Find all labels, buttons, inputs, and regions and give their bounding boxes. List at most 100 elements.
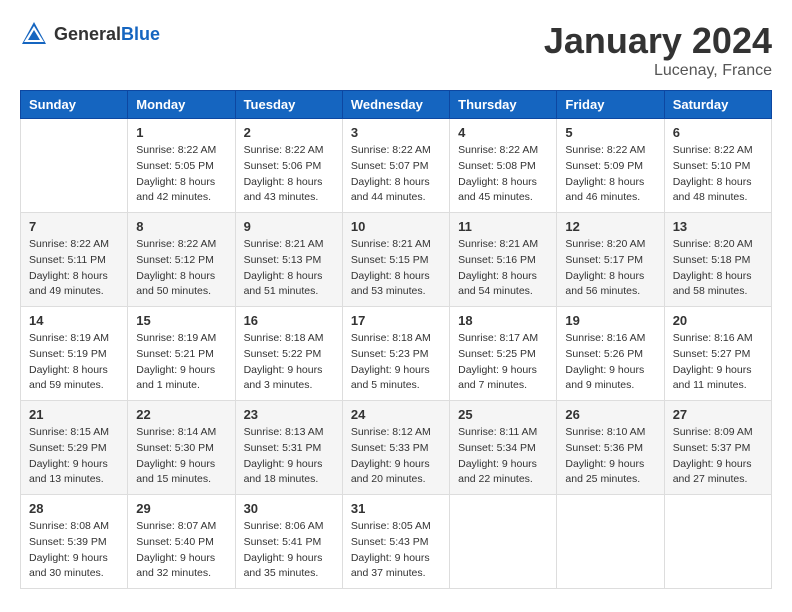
day-number: 19 — [565, 313, 655, 328]
calendar-cell: 1 Sunrise: 8:22 AMSunset: 5:05 PMDaylight… — [128, 119, 235, 213]
day-number: 11 — [458, 219, 548, 234]
day-info: Sunrise: 8:13 AMSunset: 5:31 PMDaylight:… — [244, 425, 334, 488]
header-day-thursday: Thursday — [450, 91, 557, 119]
day-number: 7 — [29, 219, 119, 234]
day-info: Sunrise: 8:21 AMSunset: 5:16 PMDaylight:… — [458, 237, 548, 300]
week-row-4: 21 Sunrise: 8:15 AMSunset: 5:29 PMDayligh… — [21, 401, 772, 495]
day-number: 21 — [29, 407, 119, 422]
day-number: 4 — [458, 125, 548, 140]
day-number: 2 — [244, 125, 334, 140]
day-number: 14 — [29, 313, 119, 328]
day-info: Sunrise: 8:22 AMSunset: 5:10 PMDaylight:… — [673, 143, 763, 206]
logo-blue-text: Blue — [121, 24, 160, 44]
day-info: Sunrise: 8:12 AMSunset: 5:33 PMDaylight:… — [351, 425, 441, 488]
days-header-row: SundayMondayTuesdayWednesdayThursdayFrid… — [21, 91, 772, 119]
day-number: 31 — [351, 501, 441, 516]
day-number: 24 — [351, 407, 441, 422]
day-number: 20 — [673, 313, 763, 328]
calendar-cell: 26 Sunrise: 8:10 AMSunset: 5:36 PMDayligh… — [557, 401, 664, 495]
day-info: Sunrise: 8:19 AMSunset: 5:19 PMDaylight:… — [29, 331, 119, 394]
day-info: Sunrise: 8:09 AMSunset: 5:37 PMDaylight:… — [673, 425, 763, 488]
day-number: 26 — [565, 407, 655, 422]
day-info: Sunrise: 8:11 AMSunset: 5:34 PMDaylight:… — [458, 425, 548, 488]
day-info: Sunrise: 8:19 AMSunset: 5:21 PMDaylight:… — [136, 331, 226, 394]
calendar-cell: 15 Sunrise: 8:19 AMSunset: 5:21 PMDayligh… — [128, 307, 235, 401]
calendar-cell: 18Sunrise: 8:17 AMSunset: 5:25 PMDayligh… — [450, 307, 557, 401]
logo-icon — [20, 20, 48, 48]
day-info: Sunrise: 8:08 AMSunset: 5:39 PMDaylight:… — [29, 519, 119, 582]
day-number: 12 — [565, 219, 655, 234]
location-title: Lucenay, France — [544, 62, 772, 80]
calendar-cell: 4 Sunrise: 8:22 AMSunset: 5:08 PMDaylight… — [450, 119, 557, 213]
day-info: Sunrise: 8:15 AMSunset: 5:29 PMDaylight:… — [29, 425, 119, 488]
calendar-cell: 31 Sunrise: 8:05 AMSunset: 5:43 PMDayligh… — [342, 495, 449, 589]
header-day-sunday: Sunday — [21, 91, 128, 119]
day-info: Sunrise: 8:10 AMSunset: 5:36 PMDaylight:… — [565, 425, 655, 488]
calendar-cell: 5Sunrise: 8:22 AMSunset: 5:09 PMDaylight… — [557, 119, 664, 213]
calendar-cell: 27 Sunrise: 8:09 AMSunset: 5:37 PMDayligh… — [664, 401, 771, 495]
day-info: Sunrise: 8:22 AMSunset: 5:11 PMDaylight:… — [29, 237, 119, 300]
calendar-cell: 9Sunrise: 8:21 AMSunset: 5:13 PMDaylight… — [235, 213, 342, 307]
calendar-cell: 17 Sunrise: 8:18 AMSunset: 5:23 PMDayligh… — [342, 307, 449, 401]
day-info: Sunrise: 8:22 AMSunset: 5:08 PMDaylight:… — [458, 143, 548, 206]
calendar-cell: 13Sunrise: 8:20 AMSunset: 5:18 PMDayligh… — [664, 213, 771, 307]
calendar-cell: 23 Sunrise: 8:13 AMSunset: 5:31 PMDayligh… — [235, 401, 342, 495]
day-info: Sunrise: 8:21 AMSunset: 5:15 PMDaylight:… — [351, 237, 441, 300]
calendar-cell: 24 Sunrise: 8:12 AMSunset: 5:33 PMDayligh… — [342, 401, 449, 495]
day-number: 6 — [673, 125, 763, 140]
week-row-3: 14 Sunrise: 8:19 AMSunset: 5:19 PMDayligh… — [21, 307, 772, 401]
day-number: 18 — [458, 313, 548, 328]
day-info: Sunrise: 8:20 AMSunset: 5:17 PMDaylight:… — [565, 237, 655, 300]
day-number: 27 — [673, 407, 763, 422]
day-info: Sunrise: 8:16 AMSunset: 5:26 PMDaylight:… — [565, 331, 655, 394]
day-info: Sunrise: 8:07 AMSunset: 5:40 PMDaylight:… — [136, 519, 226, 582]
month-title: January 2024 — [544, 20, 772, 62]
calendar-cell — [557, 495, 664, 589]
day-number: 29 — [136, 501, 226, 516]
calendar-cell: 16 Sunrise: 8:18 AMSunset: 5:22 PMDayligh… — [235, 307, 342, 401]
day-info: Sunrise: 8:22 AMSunset: 5:09 PMDaylight:… — [565, 143, 655, 206]
day-info: Sunrise: 8:05 AMSunset: 5:43 PMDaylight:… — [351, 519, 441, 582]
calendar-cell: 21 Sunrise: 8:15 AMSunset: 5:29 PMDayligh… — [21, 401, 128, 495]
day-info: Sunrise: 8:22 AMSunset: 5:06 PMDaylight:… — [244, 143, 334, 206]
day-number: 17 — [351, 313, 441, 328]
calendar-cell: 14 Sunrise: 8:19 AMSunset: 5:19 PMDayligh… — [21, 307, 128, 401]
week-row-2: 7 Sunrise: 8:22 AMSunset: 5:11 PMDaylight… — [21, 213, 772, 307]
calendar-cell: 8Sunrise: 8:22 AMSunset: 5:12 PMDaylight… — [128, 213, 235, 307]
day-number: 15 — [136, 313, 226, 328]
day-number: 30 — [244, 501, 334, 516]
day-number: 3 — [351, 125, 441, 140]
calendar-cell: 19 Sunrise: 8:16 AMSunset: 5:26 PMDayligh… — [557, 307, 664, 401]
calendar-cell: 12 Sunrise: 8:20 AMSunset: 5:17 PMDayligh… — [557, 213, 664, 307]
header-day-monday: Monday — [128, 91, 235, 119]
day-info: Sunrise: 8:21 AMSunset: 5:13 PMDaylight:… — [244, 237, 334, 300]
day-info: Sunrise: 8:18 AMSunset: 5:22 PMDaylight:… — [244, 331, 334, 394]
calendar-cell: 29 Sunrise: 8:07 AMSunset: 5:40 PMDayligh… — [128, 495, 235, 589]
header: GeneralBlue January 2024 Lucenay, France — [20, 20, 772, 80]
calendar-cell — [450, 495, 557, 589]
day-info: Sunrise: 8:06 AMSunset: 5:41 PMDaylight:… — [244, 519, 334, 582]
calendar-cell: 20Sunrise: 8:16 AMSunset: 5:27 PMDayligh… — [664, 307, 771, 401]
calendar-cell: 3 Sunrise: 8:22 AMSunset: 5:07 PMDaylight… — [342, 119, 449, 213]
header-day-friday: Friday — [557, 91, 664, 119]
calendar-table: SundayMondayTuesdayWednesdayThursdayFrid… — [20, 90, 772, 589]
day-number: 25 — [458, 407, 548, 422]
header-day-saturday: Saturday — [664, 91, 771, 119]
calendar-cell: 30 Sunrise: 8:06 AMSunset: 5:41 PMDayligh… — [235, 495, 342, 589]
day-number: 10 — [351, 219, 441, 234]
day-info: Sunrise: 8:22 AMSunset: 5:05 PMDaylight:… — [136, 143, 226, 206]
day-info: Sunrise: 8:18 AMSunset: 5:23 PMDaylight:… — [351, 331, 441, 394]
day-number: 1 — [136, 125, 226, 140]
day-info: Sunrise: 8:20 AMSunset: 5:18 PMDaylight:… — [673, 237, 763, 300]
day-info: Sunrise: 8:22 AMSunset: 5:07 PMDaylight:… — [351, 143, 441, 206]
calendar-cell: 28 Sunrise: 8:08 AMSunset: 5:39 PMDayligh… — [21, 495, 128, 589]
header-day-tuesday: Tuesday — [235, 91, 342, 119]
calendar-cell — [664, 495, 771, 589]
day-number: 28 — [29, 501, 119, 516]
calendar-cell: 2 Sunrise: 8:22 AMSunset: 5:06 PMDaylight… — [235, 119, 342, 213]
day-number: 23 — [244, 407, 334, 422]
day-number: 16 — [244, 313, 334, 328]
calendar-cell: 6 Sunrise: 8:22 AMSunset: 5:10 PMDaylight… — [664, 119, 771, 213]
logo-general-text: General — [54, 24, 121, 44]
day-number: 22 — [136, 407, 226, 422]
